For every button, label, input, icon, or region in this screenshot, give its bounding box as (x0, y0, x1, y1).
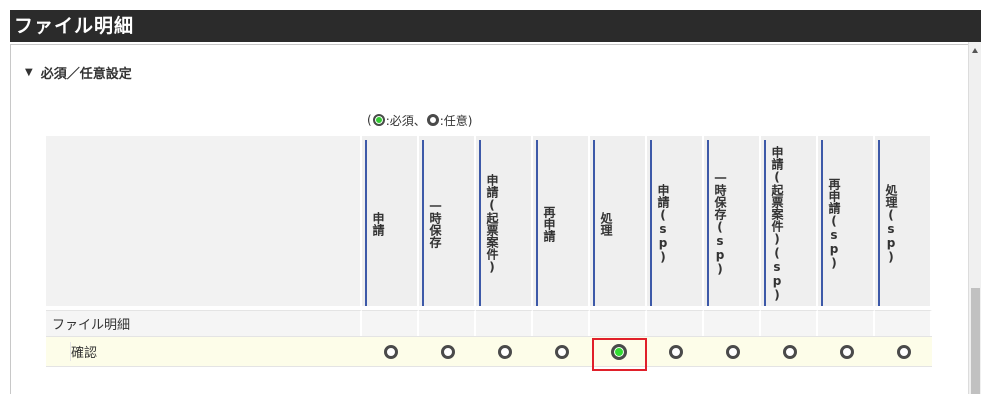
optional-radio-button[interactable] (725, 344, 740, 359)
vertical-scrollbar[interactable] (968, 42, 981, 394)
column-header-label: 一時保存(sp) (707, 140, 729, 306)
column-header: 申請(起票案件) (476, 136, 533, 306)
radio-cell (818, 336, 875, 367)
column-header: 申請(sp) (647, 136, 704, 306)
item-row-confirm: 確認 (46, 336, 932, 367)
column-header-label: 再申請 (536, 140, 558, 306)
legend-open-paren: ( (367, 113, 372, 127)
group-row-file-details: ファイル明細 (46, 310, 932, 336)
optional-radio-button[interactable] (782, 344, 797, 359)
radio-cell (875, 336, 932, 367)
radio-wrap (476, 337, 533, 366)
group-cell (419, 310, 476, 336)
scroll-up-arrow-icon[interactable] (972, 48, 978, 53)
optional-radio-button[interactable] (440, 344, 455, 359)
column-header-label: 申請(起票案件)(sp) (764, 140, 786, 306)
optional-radio-button[interactable] (668, 344, 683, 359)
legend-required-label: :必須、 (385, 113, 426, 128)
group-cell (875, 310, 932, 336)
group-cell (647, 310, 704, 336)
radio-cell (647, 336, 704, 367)
column-header: 処理 (590, 136, 647, 306)
group-cell (704, 310, 761, 336)
window-title: ファイル明細 (10, 10, 981, 42)
requirement-matrix: 申請 一時保存 申請(起票案件) 再申請 処理 申請(sp) 一時保存(sp) … (46, 136, 932, 367)
scroll-thumb[interactable] (971, 288, 980, 394)
radio-cell (419, 336, 476, 367)
column-header-label: 申請(起票案件) (479, 140, 501, 306)
column-header: 再申請 (533, 136, 590, 306)
optional-radio-button[interactable] (497, 344, 512, 359)
header-corner (46, 136, 362, 306)
radio-cell (704, 336, 761, 367)
caret-down-icon: ▼ (25, 66, 33, 78)
column-header: 申請 (362, 136, 419, 306)
required-radio-button[interactable] (610, 343, 627, 360)
radio-wrap (875, 337, 932, 366)
radio-wrap (704, 337, 761, 366)
radio-cell (362, 336, 419, 367)
radio-wrap (647, 337, 704, 366)
radio-wrap (533, 337, 590, 366)
group-cell (533, 310, 590, 336)
column-header: 処理(sp) (875, 136, 932, 306)
radio-wrap (362, 337, 419, 366)
column-header-label: 再申請(sp) (821, 140, 843, 306)
legend-optional-label: :任意) (439, 113, 473, 128)
column-header-label: 申請(sp) (650, 140, 672, 306)
header-row: 申請 一時保存 申請(起票案件) 再申請 処理 申請(sp) 一時保存(sp) … (46, 136, 932, 306)
optional-radio-button[interactable] (383, 344, 398, 359)
optional-radio-icon (426, 114, 439, 126)
legend: ( :必須、 :任意) (367, 112, 472, 128)
group-cell (761, 310, 818, 336)
radio-wrap (818, 337, 875, 366)
group-cell (590, 310, 647, 336)
radio-wrap (590, 337, 647, 366)
column-header-label: 一時保存 (422, 140, 444, 306)
column-header: 一時保存 (419, 136, 476, 306)
group-cell (818, 310, 875, 336)
radio-cell (761, 336, 818, 367)
optional-radio-button[interactable] (839, 344, 854, 359)
radio-cell (590, 336, 647, 367)
column-header-label: 処理 (593, 140, 615, 306)
item-label: 確認 (70, 342, 97, 361)
radio-cell (533, 336, 590, 367)
group-label: ファイル明細 (46, 310, 362, 336)
column-header: 再申請(sp) (818, 136, 875, 306)
column-header-label: 申請 (365, 140, 387, 306)
group-cell (476, 310, 533, 336)
required-radio-icon (372, 114, 385, 126)
group-cell (362, 310, 419, 336)
radio-wrap (419, 337, 476, 366)
radio-cell (476, 336, 533, 367)
optional-radio-button[interactable] (554, 344, 569, 359)
column-header-label: 処理(sp) (878, 140, 900, 306)
radio-wrap (761, 337, 818, 366)
column-header: 申請(起票案件)(sp) (761, 136, 818, 306)
section-label: 必須／任意設定 (40, 66, 132, 82)
section-toggle-required-optional[interactable]: ▼ 必須／任意設定 (25, 64, 132, 82)
optional-radio-button[interactable] (896, 344, 911, 359)
column-header: 一時保存(sp) (704, 136, 761, 306)
item-label-cell: 確認 (46, 336, 362, 367)
